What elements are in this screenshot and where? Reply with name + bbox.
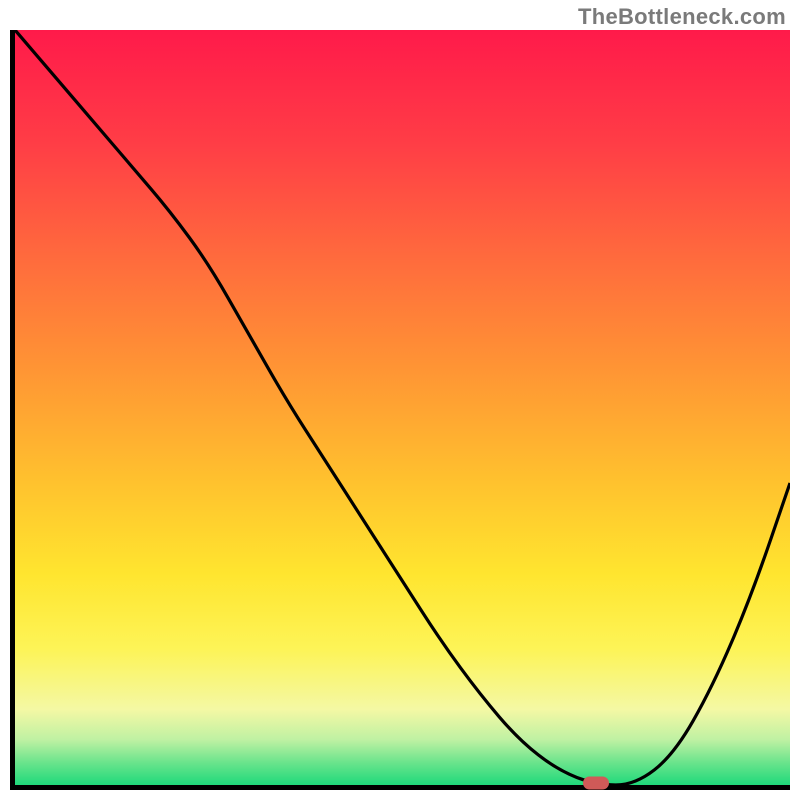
watermark-text: TheBottleneck.com	[578, 4, 786, 30]
optimum-marker	[583, 777, 609, 790]
bottleneck-curve	[15, 30, 790, 785]
plot-area	[10, 30, 790, 790]
